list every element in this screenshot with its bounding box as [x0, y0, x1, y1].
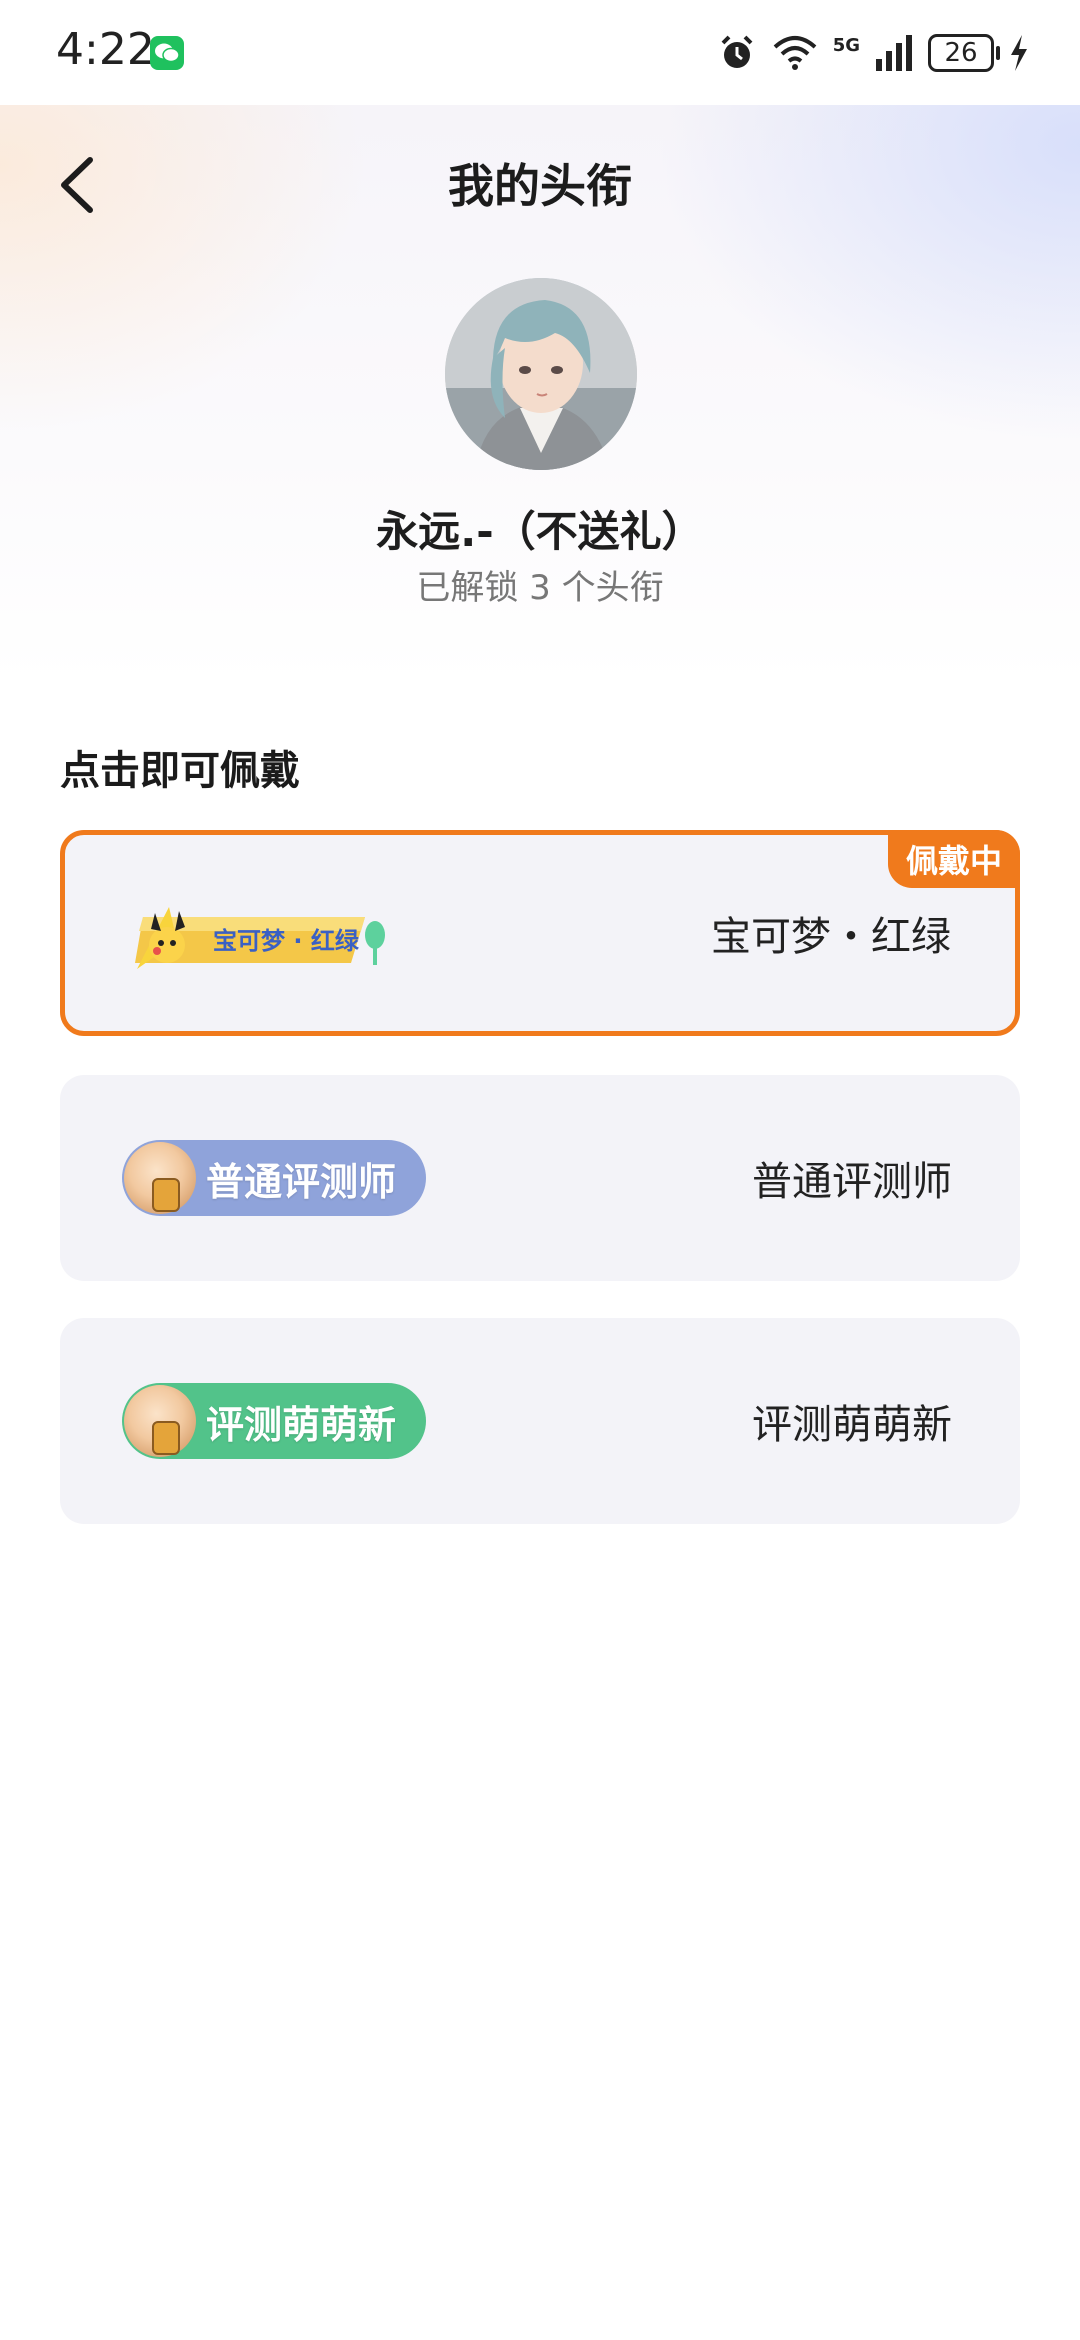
unlocked-count: 已解锁 3 个头衔	[416, 568, 664, 608]
battery-icon: 26	[928, 34, 1000, 72]
newbie-badge-text: 评测萌萌新	[206, 1402, 397, 1447]
reviewer-badge: 普通评测师	[122, 1140, 427, 1216]
avatar-image	[445, 278, 637, 470]
pokemon-badge-text: 宝可梦 · 红绿	[213, 927, 360, 955]
reviewer-badge-text: 普通评测师	[206, 1159, 397, 1204]
wechat-notification-icon	[150, 36, 184, 70]
title-card-newbie-reviewer[interactable]: 评测萌萌新 评测萌萌新	[60, 1318, 1020, 1524]
reviewer-badge-avatar-icon	[124, 1142, 196, 1214]
network-type: 5G	[832, 34, 860, 56]
newbie-reviewer-badge: 评测萌萌新	[122, 1383, 427, 1459]
pikachu-badge-image: 宝可梦 · 红绿	[135, 907, 385, 969]
section-title: 点击即可佩戴	[60, 748, 300, 794]
title-card-reviewer[interactable]: 普通评测师 普通评测师	[60, 1075, 1020, 1281]
status-bar: 4:22 5G 26	[0, 0, 1080, 105]
status-icons: 5G 26	[717, 30, 1030, 76]
wearing-badge: 佩戴中	[887, 830, 1020, 888]
wifi-icon	[773, 36, 817, 70]
battery-level: 26	[944, 38, 978, 68]
newbie-badge-avatar-icon	[124, 1385, 196, 1457]
status-time: 4:22	[56, 24, 155, 75]
avatar[interactable]	[445, 278, 637, 470]
charging-icon	[1011, 35, 1027, 71]
signal-icon	[876, 35, 912, 71]
title-card-pokemon[interactable]: 宝可梦 · 红绿 宝可梦・红绿 佩戴中	[60, 830, 1020, 1036]
title-name: 普通评测师	[752, 1159, 952, 1205]
pokemon-badge: 宝可梦 · 红绿	[129, 901, 395, 975]
alarm-icon	[721, 35, 753, 68]
page-title: 我的头衔	[448, 159, 632, 213]
title-name: 评测萌萌新	[752, 1402, 952, 1448]
username: 永远.-（不送礼）	[376, 507, 704, 556]
